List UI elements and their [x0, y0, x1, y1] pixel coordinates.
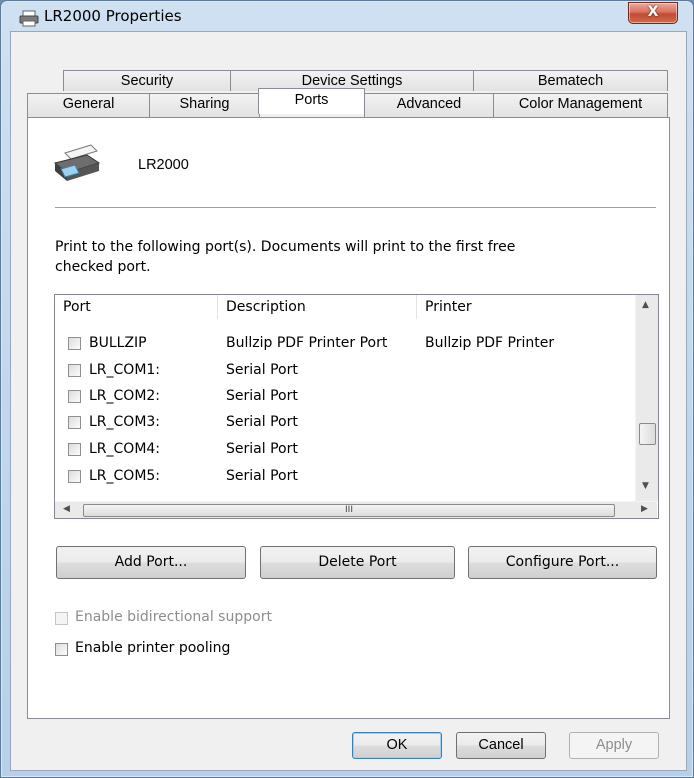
pooling-label[interactable]: Enable printer pooling: [75, 640, 230, 656]
port-checkbox[interactable]: [68, 443, 81, 456]
column-header-port[interactable]: Port: [55, 295, 217, 319]
port-name: LR_COM3:: [89, 414, 161, 430]
port-description: Serial Port: [226, 362, 298, 378]
scroll-left-icon[interactable]: ◀: [63, 504, 70, 514]
port-name: LR_COM5:: [89, 468, 161, 484]
port-row[interactable]: LR_COM2: Serial Port: [55, 385, 635, 409]
scroll-down-icon[interactable]: ▼: [642, 481, 649, 491]
column-header-printer[interactable]: Printer: [417, 295, 635, 319]
port-description: Serial Port: [226, 441, 298, 457]
printer-icon: [53, 144, 101, 181]
tab-security[interactable]: Security: [63, 70, 231, 91]
cancel-button[interactable]: Cancel: [456, 732, 546, 759]
port-list[interactable]: Port Description Printer BULLZIP Bullzip…: [54, 294, 659, 519]
ports-instruction: Print to the following port(s). Document…: [55, 239, 516, 275]
horizontal-scrollbar[interactable]: ◀ III ▶: [55, 501, 657, 518]
port-description: Bullzip PDF Printer Port: [226, 335, 388, 351]
pooling-checkbox[interactable]: [55, 643, 68, 656]
tab-advanced[interactable]: Advanced: [364, 93, 494, 118]
separator: [55, 207, 656, 208]
window-title: LR2000 Properties: [44, 7, 182, 25]
port-checkbox[interactable]: [68, 416, 81, 429]
port-checkbox[interactable]: [68, 470, 81, 483]
add-port-button[interactable]: Add Port...: [56, 546, 246, 579]
tab-bematech[interactable]: Bematech: [473, 70, 668, 91]
port-name: LR_COM4:: [89, 441, 161, 457]
configure-port-button[interactable]: Configure Port...: [468, 546, 657, 579]
port-name: LR_COM1:: [89, 362, 161, 378]
tab-ports[interactable]: Ports: [258, 88, 365, 114]
printer-title-icon: [19, 10, 39, 27]
tab-color-management[interactable]: Color Management: [493, 93, 668, 118]
port-printer: Bullzip PDF Printer: [425, 335, 555, 351]
ok-button[interactable]: OK: [352, 732, 442, 759]
port-description: Serial Port: [226, 388, 298, 404]
vertical-scrollbar[interactable]: ▲ ▼: [635, 295, 658, 501]
bidirectional-label: Enable bidirectional support: [75, 609, 272, 625]
tab-sharing[interactable]: Sharing: [149, 93, 260, 118]
column-header-description[interactable]: Description: [218, 295, 416, 319]
port-checkbox[interactable]: [68, 337, 81, 350]
port-description: Serial Port: [226, 468, 298, 484]
port-checkbox[interactable]: [68, 390, 81, 403]
port-description: Serial Port: [226, 414, 298, 430]
port-row[interactable]: BULLZIP Bullzip PDF Printer Port Bullzip…: [55, 332, 635, 356]
bidirectional-checkbox: [55, 612, 68, 625]
title-bar[interactable]: LR2000 Properties X: [1, 1, 693, 31]
tab-general[interactable]: General: [27, 93, 150, 118]
properties-window: LR2000 Properties X Security Device Sett…: [0, 0, 694, 778]
port-name: LR_COM2:: [89, 388, 161, 404]
printer-name: LR2000: [138, 157, 189, 173]
port-row[interactable]: LR_COM4: Serial Port: [55, 438, 635, 462]
port-checkbox[interactable]: [68, 364, 81, 377]
delete-port-button[interactable]: Delete Port: [260, 546, 455, 579]
port-row[interactable]: LR_COM5: Serial Port: [55, 465, 635, 489]
close-button[interactable]: X: [628, 2, 678, 24]
scroll-up-icon[interactable]: ▲: [642, 300, 649, 310]
port-name: BULLZIP: [89, 335, 147, 351]
scroll-right-icon[interactable]: ▶: [641, 504, 648, 514]
vertical-scroll-thumb[interactable]: [639, 423, 656, 445]
port-row[interactable]: LR_COM1: Serial Port: [55, 359, 635, 383]
apply-button: Apply: [569, 732, 659, 759]
port-row[interactable]: LR_COM3: Serial Port: [55, 411, 635, 435]
horizontal-scroll-thumb[interactable]: III: [83, 504, 615, 517]
